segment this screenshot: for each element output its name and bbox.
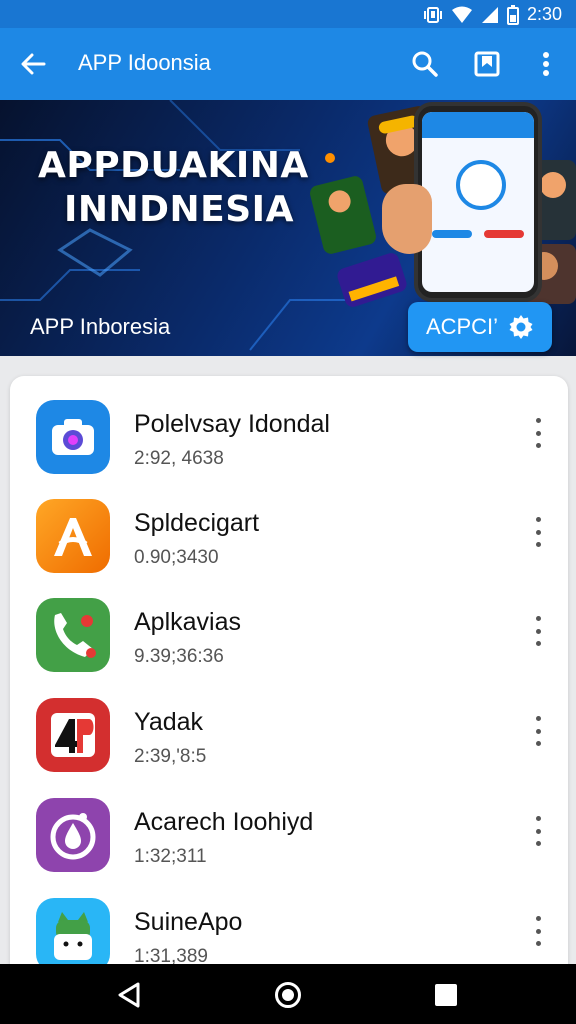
status-icons: 2:30 (423, 4, 562, 25)
recents-square-icon (435, 984, 457, 1006)
app-icon (36, 499, 110, 573)
app-icon (36, 598, 110, 672)
drop-icon (50, 813, 96, 860)
search-button[interactable] (408, 48, 442, 80)
banner-subtitle: APP Inboresia (30, 314, 171, 339)
more-options-button[interactable] (529, 48, 563, 80)
more-vert-icon[interactable] (528, 916, 548, 946)
more-vert-icon[interactable] (528, 418, 548, 448)
search-icon (412, 51, 438, 77)
home-circle-icon (275, 982, 301, 1008)
list-item[interactable]: SuineApo 1:31,389 (10, 874, 568, 974)
system-nav-bar (0, 964, 576, 1024)
app-icon (36, 898, 110, 972)
wifi-icon (451, 6, 472, 23)
app-name: Aplkavias (134, 608, 241, 636)
more-vert-icon (543, 52, 549, 76)
list-item[interactable]: Polelvsay Idondal 2:92, 4638 (10, 376, 568, 476)
app-name: Spldecigart (134, 509, 260, 537)
app-icon (36, 698, 110, 772)
banner-title-line1: APPDUAKINA (38, 145, 309, 186)
app-title: APP Idoonsia (78, 50, 211, 75)
signal-icon (481, 6, 498, 23)
app-meta: 2:92, 4638 (134, 448, 224, 469)
vibrate-icon (423, 6, 442, 23)
banner-cta-button[interactable]: ACPCI’ (408, 302, 552, 352)
arrow-back-icon (21, 53, 46, 75)
list-item[interactable]: Aplkavias 9.39;36:36 (10, 574, 568, 674)
more-vert-icon[interactable] (528, 616, 548, 646)
app-name: Polelvsay Idondal (134, 410, 330, 438)
bookmark-icon (474, 51, 500, 77)
gear-icon (509, 315, 533, 339)
list-item[interactable]: Yadak 2:39,'8:5 (10, 674, 568, 774)
4p-logo-icon (51, 713, 95, 757)
nav-back-button[interactable] (112, 978, 146, 1012)
battery-icon (506, 4, 519, 25)
more-vert-icon[interactable] (528, 517, 548, 547)
app-name: Acarech Ioohiyd (134, 808, 314, 836)
back-triangle-icon (118, 982, 140, 1008)
app-meta: 0.90;3430 (134, 547, 219, 568)
banner-cta-label: ACPCI’ (425, 314, 499, 339)
status-bar: 2:30 (0, 0, 576, 28)
letter-a-icon (54, 518, 92, 556)
more-vert-icon[interactable] (528, 816, 548, 846)
nav-home-button[interactable] (271, 978, 305, 1012)
android-icon (54, 912, 92, 960)
back-button[interactable] (16, 48, 50, 80)
app-meta: 9.39;36:36 (134, 646, 224, 667)
app-bar: APP Idoonsia (0, 28, 576, 100)
list-item[interactable]: Acarech Ioohiyd 1:32;311 (10, 774, 568, 874)
more-vert-icon[interactable] (528, 716, 548, 746)
phone-icon (54, 613, 96, 658)
banner-title-line2: INNDNESIA (64, 189, 294, 230)
banner-title: APPDUAKINA INNDNESIA (38, 144, 309, 232)
hand-illustration (382, 184, 432, 254)
status-time: 2:30 (526, 4, 562, 24)
nav-recents-button[interactable] (429, 978, 463, 1012)
app-icon (36, 400, 110, 474)
app-icon (36, 798, 110, 872)
app-list: Polelvsay Idondal 2:92, 4638 Spldecigart… (10, 376, 568, 976)
app-name: SuineApo (134, 908, 243, 936)
phone-screen (422, 112, 534, 292)
list-item[interactable]: Spldecigart 0.90;3430 (10, 475, 568, 575)
app-meta: 1:32;311 (134, 846, 207, 867)
app-name: Yadak (134, 708, 204, 736)
phone-illustration (414, 102, 542, 302)
camera-icon (52, 419, 94, 455)
app-meta: 2:39,'8:5 (134, 746, 207, 767)
bookmark-button[interactable] (470, 48, 504, 80)
